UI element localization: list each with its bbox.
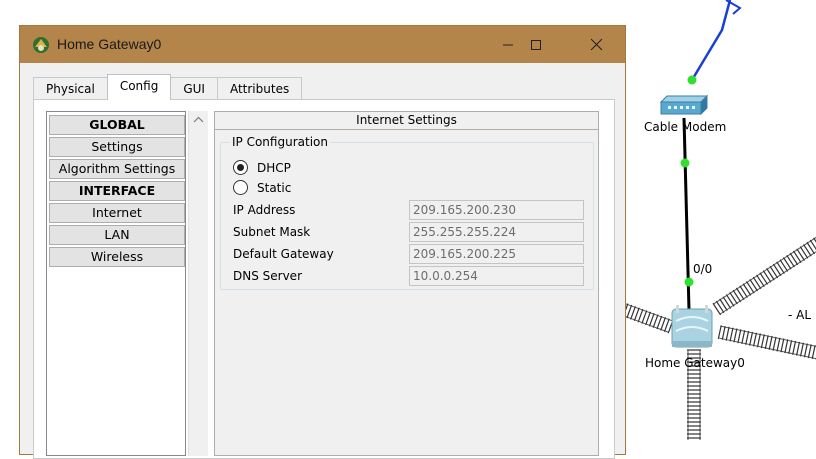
sidebar-item-settings[interactable]: Settings: [49, 137, 185, 157]
sidebar-item-lan[interactable]: LAN: [49, 225, 185, 245]
device-config-window: Home Gateway0 Physical Config GUI Attrib…: [19, 25, 626, 459]
cable-modem-label: Cable Modem: [644, 120, 727, 134]
dns-server-field[interactable]: 10.0.0.254: [409, 266, 584, 286]
sidebar-item-internet[interactable]: Internet: [49, 203, 185, 223]
close-button[interactable]: [573, 26, 619, 63]
cable-modem-device[interactable]: [657, 94, 709, 121]
internet-settings-panel: Internet Settings IP Configuration DHCP …: [214, 111, 599, 456]
sidebar-header-interface: INTERFACE: [49, 181, 185, 201]
window-titlebar[interactable]: Home Gateway0: [20, 26, 625, 63]
window-title: Home Gateway0: [57, 36, 162, 52]
dhcp-label: DHCP: [257, 160, 291, 175]
maximize-icon: [531, 39, 541, 50]
home-gateway-label: Home Gateway0: [645, 356, 745, 370]
default-gateway-label: Default Gateway: [233, 247, 334, 261]
port-label: 0/0: [693, 262, 713, 276]
config-sidebar-list: GLOBAL Settings Algorithm Settings INTER…: [46, 111, 186, 456]
sidebar-scrollbar[interactable]: [188, 111, 208, 456]
dhcp-option[interactable]: DHCP: [233, 160, 291, 175]
tab-strip: Physical Config GUI Attributes: [33, 74, 303, 100]
sidebar-header-global: GLOBAL: [49, 115, 185, 135]
close-icon: [590, 38, 602, 51]
ip-configuration-legend: IP Configuration: [230, 135, 330, 149]
home-gateway-device[interactable]: [666, 303, 718, 356]
port-status-dot: [684, 277, 694, 287]
subnet-mask-label: Subnet Mask: [233, 225, 311, 239]
ip-configuration-group: IP Configuration DHCP Static IP Address …: [220, 135, 594, 290]
tab-gui[interactable]: GUI: [170, 77, 218, 100]
tab-attributes[interactable]: Attributes: [216, 77, 303, 100]
dhcp-radio[interactable]: [233, 160, 248, 175]
static-label: Static: [257, 180, 292, 195]
sidebar-item-algorithm-settings[interactable]: Algorithm Settings: [49, 159, 185, 179]
tab-config[interactable]: Config: [106, 74, 172, 100]
chevron-up-icon: [193, 116, 204, 123]
settings-title: Internet Settings: [215, 112, 598, 130]
router-app-icon: [31, 35, 51, 55]
ip-address-field[interactable]: 209.165.200.230: [409, 200, 584, 220]
subnet-mask-field[interactable]: 255.255.255.224: [409, 222, 584, 242]
maximize-button[interactable]: [513, 26, 559, 63]
port-status-dot: [687, 75, 697, 85]
config-tab-panel: GLOBAL Settings Algorithm Settings INTER…: [33, 99, 615, 459]
static-radio[interactable]: [233, 180, 248, 195]
static-option[interactable]: Static: [233, 180, 291, 195]
partial-device-label: - AL: [788, 308, 812, 322]
default-gateway-field[interactable]: 209.165.200.225: [409, 244, 584, 264]
tab-physical[interactable]: Physical: [33, 77, 108, 100]
dns-server-label: DNS Server: [233, 269, 302, 283]
port-status-dot: [680, 158, 690, 168]
ip-address-label: IP Address: [233, 203, 296, 217]
sidebar-item-wireless[interactable]: Wireless: [49, 247, 185, 267]
